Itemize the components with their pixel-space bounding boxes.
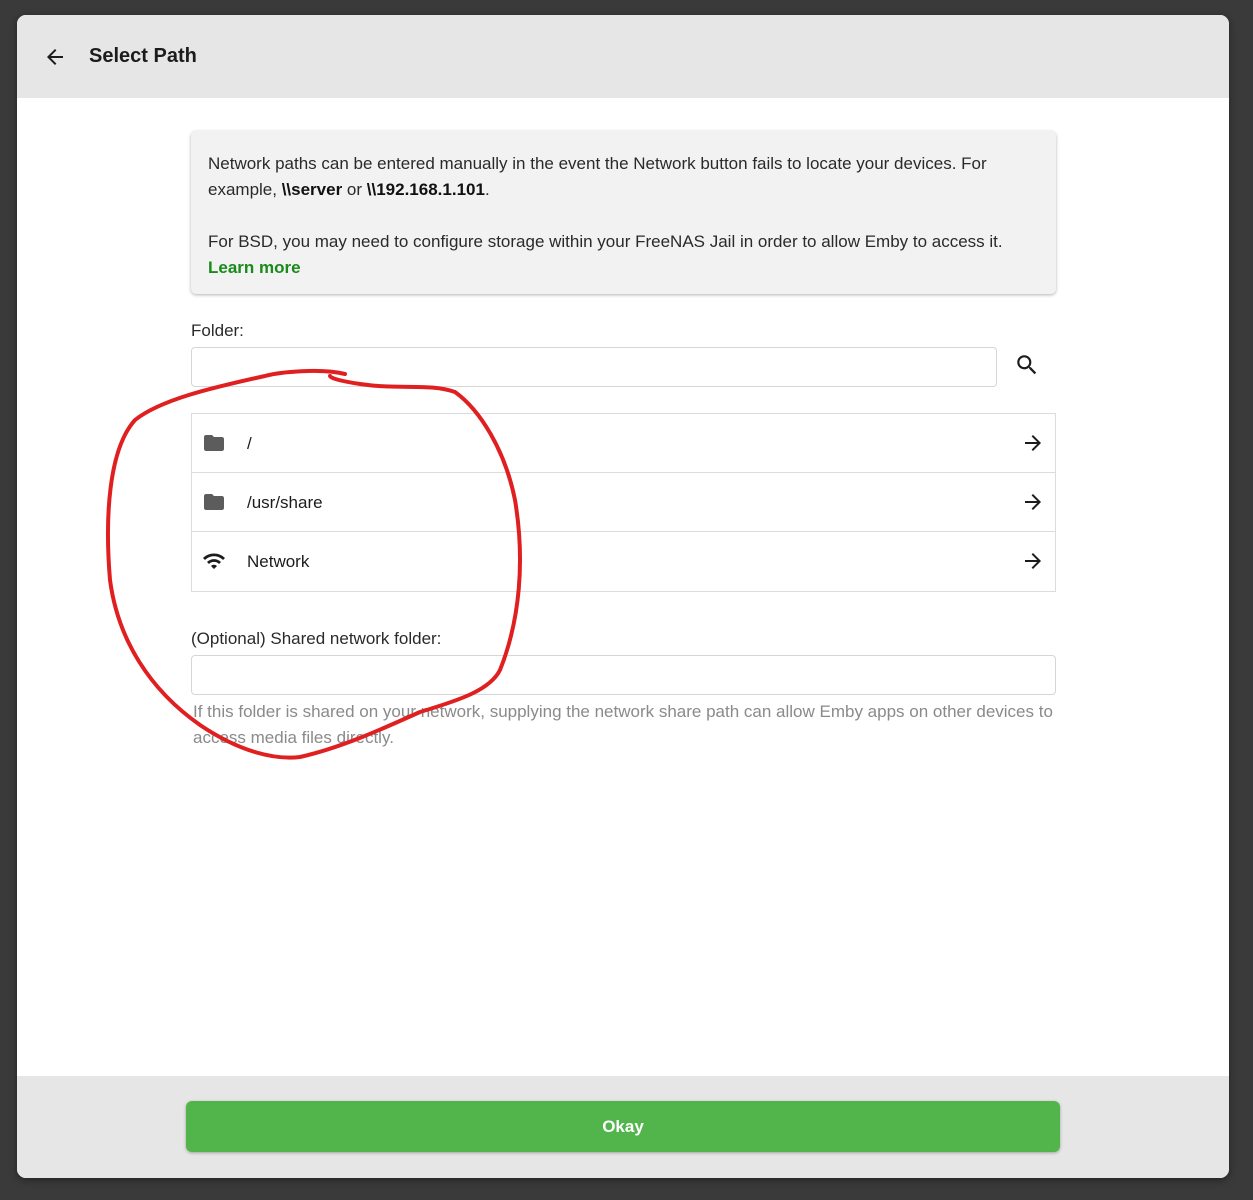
search-icon [1017,355,1037,375]
dialog-footer: Okay [17,1076,1229,1178]
info-or-text: or [342,180,367,199]
bsd-text: For BSD, you may need to configure stora… [208,232,1003,251]
arrow-right-icon [1025,435,1041,451]
search-button[interactable] [1011,349,1043,381]
folder-label: Folder: [191,321,244,340]
learn-more-link[interactable]: Learn more [208,258,301,277]
folder-icon [204,494,224,510]
page-title: Select Path [89,45,197,67]
list-item-label: / [247,434,252,453]
info-paragraph-network: Network paths can be entered manually in… [208,151,1039,203]
shared-folder-input[interactable] [191,655,1056,695]
directory-list: / /usr/share Network [191,413,1056,592]
arrow-left-icon [47,49,63,65]
list-item-usr-share[interactable]: /usr/share [192,473,1055,532]
list-item-label: /usr/share [247,493,323,512]
shared-folder-helper-text: If this folder is shared on your network… [193,702,1053,747]
arrow-right-icon [1025,494,1041,510]
list-item-network[interactable]: Network [192,532,1055,591]
info-suffix: . [484,180,490,199]
folder-icon [204,435,224,451]
folder-input[interactable] [191,347,997,387]
example-server: \\server [281,180,343,199]
okay-button[interactable]: Okay [186,1101,1060,1152]
arrow-right-icon [1025,553,1041,569]
shared-folder-label: (Optional) Shared network folder: [191,629,442,648]
wifi-icon [203,553,225,569]
list-item-label: Network [247,552,310,571]
info-box: Network paths can be entered manually in… [191,131,1056,294]
example-ip: \\192.168.1.101 [366,180,485,199]
select-path-dialog: Select Path Network paths can be entered… [17,15,1229,1178]
back-button[interactable] [39,41,71,73]
list-item-root[interactable]: / [192,414,1055,473]
info-paragraph-bsd: For BSD, you may need to configure stora… [208,229,1039,281]
dialog-header: Select Path [17,15,1229,98]
